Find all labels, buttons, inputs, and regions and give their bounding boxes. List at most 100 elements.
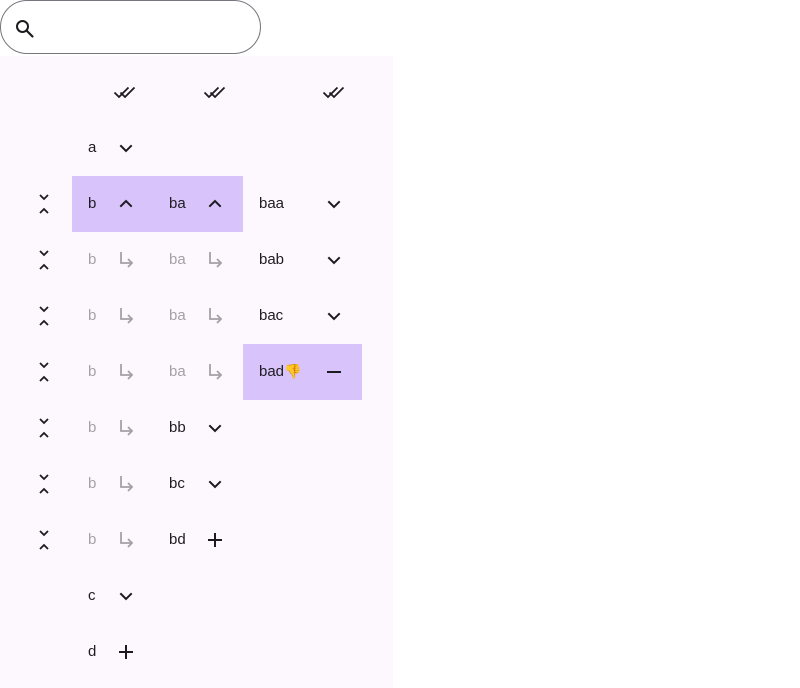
- chevron-down-icon[interactable]: [114, 584, 138, 608]
- tree-node-bac[interactable]: bac: [243, 288, 362, 344]
- tree-node-c[interactable]: c: [72, 568, 153, 624]
- tree-node-text: ba: [169, 363, 186, 380]
- tree-node-d[interactable]: d: [72, 624, 153, 680]
- tree-node-ba-ghost: ba: [153, 288, 243, 344]
- tree-node-bd[interactable]: bd: [153, 512, 243, 568]
- tree-node-text: d: [88, 643, 97, 660]
- tree-node-text: a: [88, 139, 97, 156]
- tree-node-bb[interactable]: bb: [153, 400, 243, 456]
- tree-node-text: b: [88, 307, 97, 324]
- chevron-down-icon[interactable]: [203, 472, 227, 496]
- tree-node-label: ba: [169, 344, 186, 400]
- double-check-icon[interactable]: [203, 80, 227, 104]
- tree-panel: a b ba baa b ba bab b ba bac b ba bad👎 b bb b bc b bd c d: [0, 56, 393, 688]
- search-input[interactable]: [45, 11, 249, 47]
- tree-node-label: b: [88, 456, 96, 512]
- tree-node-ba-ghost: ba: [153, 232, 243, 288]
- chevron-down-icon[interactable]: [322, 304, 346, 328]
- tree-node-label: bb: [169, 400, 186, 456]
- tree-node-label: bab: [259, 232, 284, 288]
- tree-node-label: ba: [169, 232, 186, 288]
- tree-node-label: bc: [169, 456, 185, 512]
- tree-node-b-ghost: b: [72, 400, 153, 456]
- tree-node-label: d: [88, 624, 96, 680]
- chevron-down-icon[interactable]: [322, 248, 346, 272]
- tree-node-text: bad: [259, 363, 285, 380]
- tree-node-label: baa: [259, 176, 284, 232]
- chevron-up-icon[interactable]: [114, 192, 138, 216]
- tree-node-text: bd: [169, 531, 186, 548]
- tree-node-bab[interactable]: bab: [243, 232, 362, 288]
- search-icon: [13, 17, 37, 41]
- collapse-all-icon[interactable]: [32, 192, 56, 216]
- tree-node-text: ba: [169, 251, 186, 268]
- collapse-all-icon[interactable]: [32, 472, 56, 496]
- chevron-down-icon[interactable]: [203, 416, 227, 440]
- tree-node-bad[interactable]: bad👎: [243, 344, 362, 400]
- tree-node-text: b: [88, 475, 97, 492]
- tree-node-text: c: [88, 587, 96, 604]
- chevron-down-icon[interactable]: [114, 136, 138, 160]
- thumbs-down-icon: 👎: [284, 364, 302, 380]
- tree-node-text: b: [88, 531, 97, 548]
- tree-node-text: ba: [169, 307, 186, 324]
- subdirectory-arrow-icon: [114, 528, 138, 552]
- plus-icon[interactable]: [114, 640, 138, 664]
- tree-node-label: bd: [169, 512, 186, 568]
- tree-node-b[interactable]: b: [72, 176, 153, 232]
- tree-node-text: bab: [259, 251, 285, 268]
- double-check-icon[interactable]: [113, 80, 137, 104]
- tree-node-ba[interactable]: ba: [153, 176, 243, 232]
- collapse-all-icon[interactable]: [32, 528, 56, 552]
- tree-node-label: b: [88, 512, 96, 568]
- subdirectory-arrow-icon: [114, 248, 138, 272]
- tree-node-text: ba: [169, 195, 186, 212]
- subdirectory-arrow-icon: [114, 472, 138, 496]
- tree-node-label: ba: [169, 288, 186, 344]
- tree-node-label: ba: [169, 176, 186, 232]
- subdirectory-arrow-icon: [203, 248, 227, 272]
- tree-node-baa[interactable]: baa: [243, 176, 362, 232]
- collapse-all-icon[interactable]: [32, 304, 56, 328]
- tree-node-text: b: [88, 195, 97, 212]
- tree-node-label: b: [88, 400, 96, 456]
- tree-node-bc[interactable]: bc: [153, 456, 243, 512]
- tree-node-b-ghost: b: [72, 456, 153, 512]
- subdirectory-arrow-icon: [203, 304, 227, 328]
- chevron-down-icon[interactable]: [322, 192, 346, 216]
- tree-node-label: c: [88, 568, 96, 624]
- tree-node-ba-ghost: ba: [153, 344, 243, 400]
- tree-node-text: b: [88, 251, 97, 268]
- tree-node-label: b: [88, 288, 96, 344]
- subdirectory-arrow-icon: [114, 416, 138, 440]
- tree-node-label: bad👎: [259, 344, 301, 400]
- tree-node-b-ghost: b: [72, 232, 153, 288]
- tree-node-label: bac: [259, 288, 283, 344]
- tree-node-text: baa: [259, 195, 285, 212]
- subdirectory-arrow-icon: [114, 304, 138, 328]
- tree-node-label: a: [88, 120, 96, 176]
- tree-node-a[interactable]: a: [72, 120, 153, 176]
- collapse-all-icon[interactable]: [32, 360, 56, 384]
- tree-node-b-ghost: b: [72, 512, 153, 568]
- search-bar[interactable]: [0, 0, 261, 54]
- subdirectory-arrow-icon: [114, 360, 138, 384]
- subdirectory-arrow-icon: [203, 360, 227, 384]
- collapse-all-icon[interactable]: [32, 416, 56, 440]
- minus-icon[interactable]: [322, 360, 346, 384]
- tree-node-text: bac: [259, 307, 284, 324]
- plus-icon[interactable]: [203, 528, 227, 552]
- double-check-icon[interactable]: [322, 80, 346, 104]
- tree-node-label: b: [88, 176, 96, 232]
- tree-node-text: bb: [169, 419, 186, 436]
- tree-node-label: b: [88, 232, 96, 288]
- tree-node-text: b: [88, 419, 97, 436]
- app-root: a b ba baa b ba bab b ba bac b ba bad👎 b bb b bc b bd c d: [0, 0, 800, 688]
- tree-node-text: bc: [169, 475, 185, 492]
- tree-node-b-ghost: b: [72, 344, 153, 400]
- tree-node-text: b: [88, 363, 97, 380]
- tree-node-label: b: [88, 344, 96, 400]
- collapse-all-icon[interactable]: [32, 248, 56, 272]
- tree-node-b-ghost: b: [72, 288, 153, 344]
- chevron-up-icon[interactable]: [203, 192, 227, 216]
